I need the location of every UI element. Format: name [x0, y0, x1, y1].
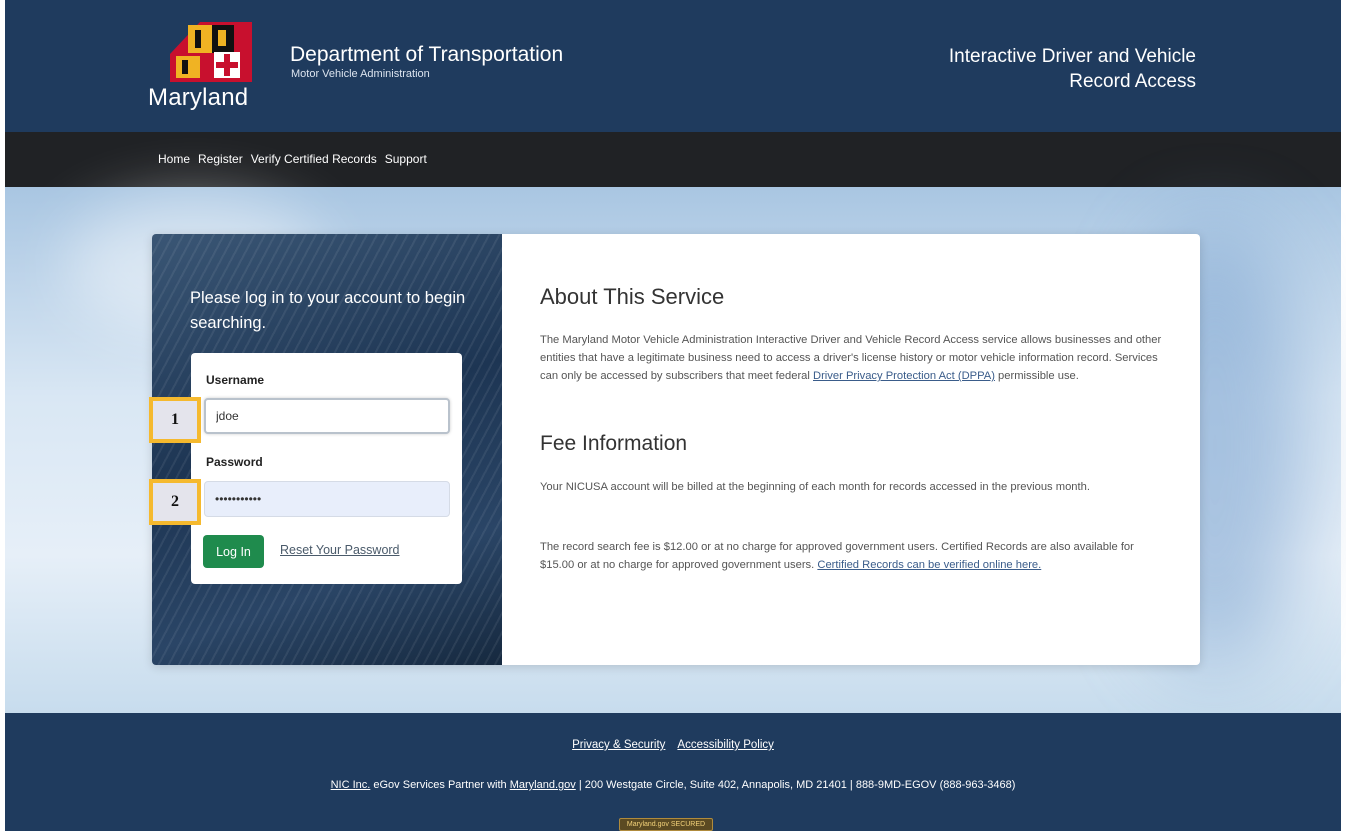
secured-seal-badge[interactable]: Maryland.gov SECURED [619, 818, 713, 831]
login-form: Username Password Log In Reset Your Pass… [191, 353, 462, 584]
nav-menu: Home Register Verify Certified Records S… [158, 152, 427, 166]
site-title-line-2: Record Access [1069, 71, 1196, 92]
password-label: Password [206, 455, 263, 469]
privacy-security-link[interactable]: Privacy & Security [572, 739, 665, 751]
department-title: Department of Transportation [290, 43, 564, 66]
maryland-flag-icon [170, 22, 252, 82]
about-text-after-link: permissible use. [994, 370, 1079, 382]
accessibility-policy-link[interactable]: Accessibility Policy [677, 739, 774, 751]
username-input[interactable] [204, 398, 450, 434]
dppa-link[interactable]: Driver Privacy Protection Act (DPPA) [813, 370, 995, 382]
nav-verify-certified-records-link[interactable]: Verify Certified Records [251, 152, 377, 166]
site-footer: Privacy & Security Accessibility Policy … [5, 713, 1341, 831]
site-title: Interactive Driver and Vehicle Record Ac… [856, 44, 1196, 94]
address-text: | 200 Westgate Circle, Suite 402, Annapo… [575, 779, 1016, 791]
login-intro-text: Please log in to your account to begin s… [190, 289, 466, 332]
reset-password-link[interactable]: Reset Your Password [280, 543, 400, 557]
department-subtitle: Motor Vehicle Administration [291, 68, 430, 80]
log-in-button[interactable]: Log In [203, 535, 264, 568]
fee-paragraph-pricing: The record search fee is $12.00 or at no… [540, 538, 1162, 574]
maryland-gov-link[interactable]: Maryland.gov [510, 779, 576, 791]
nic-inc-link[interactable]: NIC Inc. [331, 779, 371, 791]
site-header: Maryland Department of Transportation Mo… [5, 0, 1341, 132]
info-panel: About This Service The Maryland Motor Ve… [502, 234, 1200, 665]
nav-support-link[interactable]: Support [385, 152, 427, 166]
fee-heading: Fee Information [540, 432, 688, 455]
annotation-marker-1: 1 [149, 397, 201, 443]
about-paragraph: The Maryland Motor Vehicle Administratio… [540, 331, 1162, 385]
partner-text: eGov Services Partner with [370, 779, 510, 791]
about-heading: About This Service [540, 284, 725, 309]
logo-wordmark: Maryland [148, 84, 249, 111]
annotation-marker-2: 2 [149, 479, 201, 525]
footer-info-line: NIC Inc. eGov Services Partner with Mary… [5, 779, 1341, 791]
main-navbar: Home Register Verify Certified Records S… [5, 132, 1341, 187]
password-input[interactable] [204, 481, 450, 517]
footer-links: Privacy & Security Accessibility Policy [5, 739, 1341, 751]
nav-home-link[interactable]: Home [158, 152, 190, 166]
username-label: Username [206, 373, 265, 387]
login-panel: Please log in to your account to begin s… [152, 234, 502, 665]
fee-paragraph-billing: Your NICUSA account will be billed at th… [540, 481, 1090, 493]
login-card: Please log in to your account to begin s… [152, 234, 1200, 665]
site-title-line-1: Interactive Driver and Vehicle [948, 46, 1196, 67]
certified-records-verify-link[interactable]: Certified Records can be verified online… [817, 559, 1041, 571]
maryland-logo[interactable]: Maryland [145, 20, 275, 120]
nav-register-link[interactable]: Register [198, 152, 243, 166]
